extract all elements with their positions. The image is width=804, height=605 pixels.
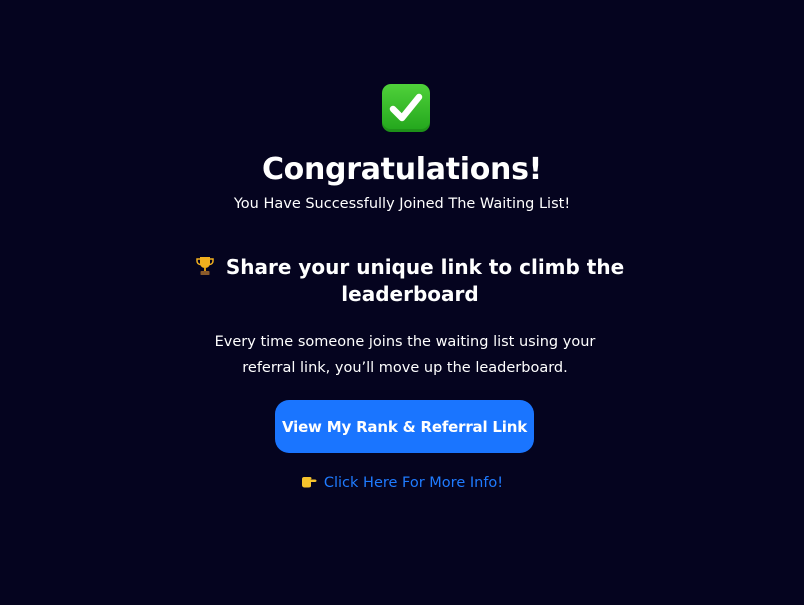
trophy-icon: [196, 256, 214, 276]
waiting-list-confirmation: Congratulations! You Have Successfully J…: [0, 0, 804, 605]
share-heading: Share your unique link to climb the lead…: [190, 254, 630, 308]
pointing-hand-icon: [301, 474, 317, 488]
more-info-link[interactable]: Click Here For More Info!: [324, 475, 503, 491]
check-mark-icon: [382, 84, 430, 132]
page-subtitle: You Have Successfully Joined The Waiting…: [233, 196, 571, 212]
share-heading-text: Share your unique link to climb the lead…: [225, 255, 625, 306]
share-description: Every time someone joins the waiting lis…: [214, 334, 596, 376]
view-rank-button[interactable]: View My Rank & Referral Link: [275, 400, 534, 453]
more-info-row: Click Here For More Info!: [0, 472, 804, 494]
page-title: Congratulations!: [261, 152, 543, 187]
